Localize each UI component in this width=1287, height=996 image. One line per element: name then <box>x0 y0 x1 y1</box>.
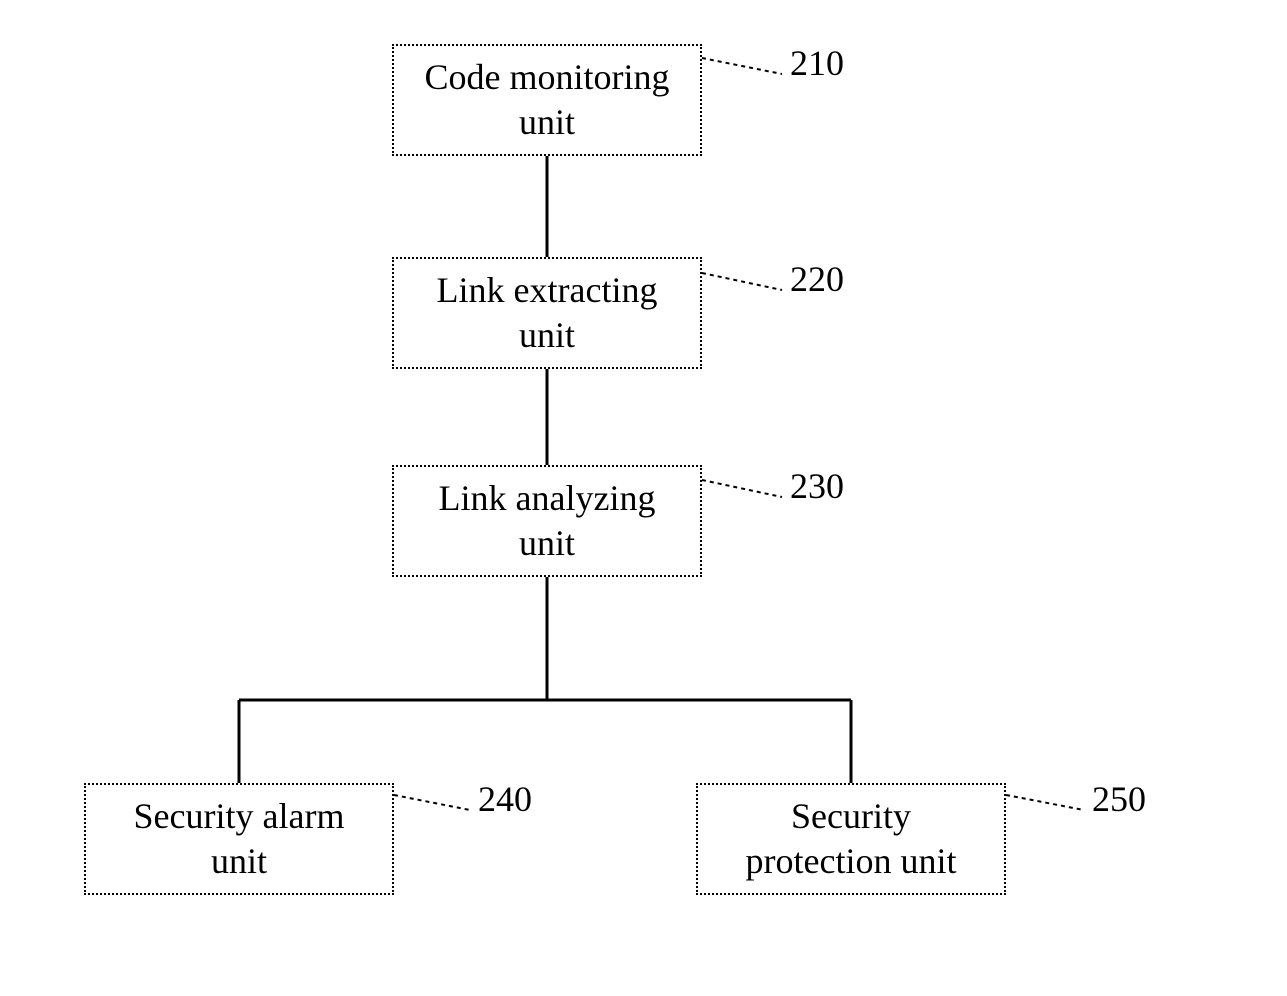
block-link-analyzing: Link analyzingunit <box>392 465 702 577</box>
ref-label-210: 210 <box>790 42 844 84</box>
block-security-alarm: Security alarmunit <box>84 783 394 895</box>
block-security-protection: Securityprotection unit <box>696 783 1006 895</box>
block-link-extracting: Link extractingunit <box>392 257 702 369</box>
ref-label-250: 250 <box>1092 778 1146 820</box>
ref-label-240: 240 <box>478 778 532 820</box>
block-code-monitoring: Code monitoringunit <box>392 44 702 156</box>
ref-label-220: 220 <box>790 258 844 300</box>
ref-label-230: 230 <box>790 465 844 507</box>
